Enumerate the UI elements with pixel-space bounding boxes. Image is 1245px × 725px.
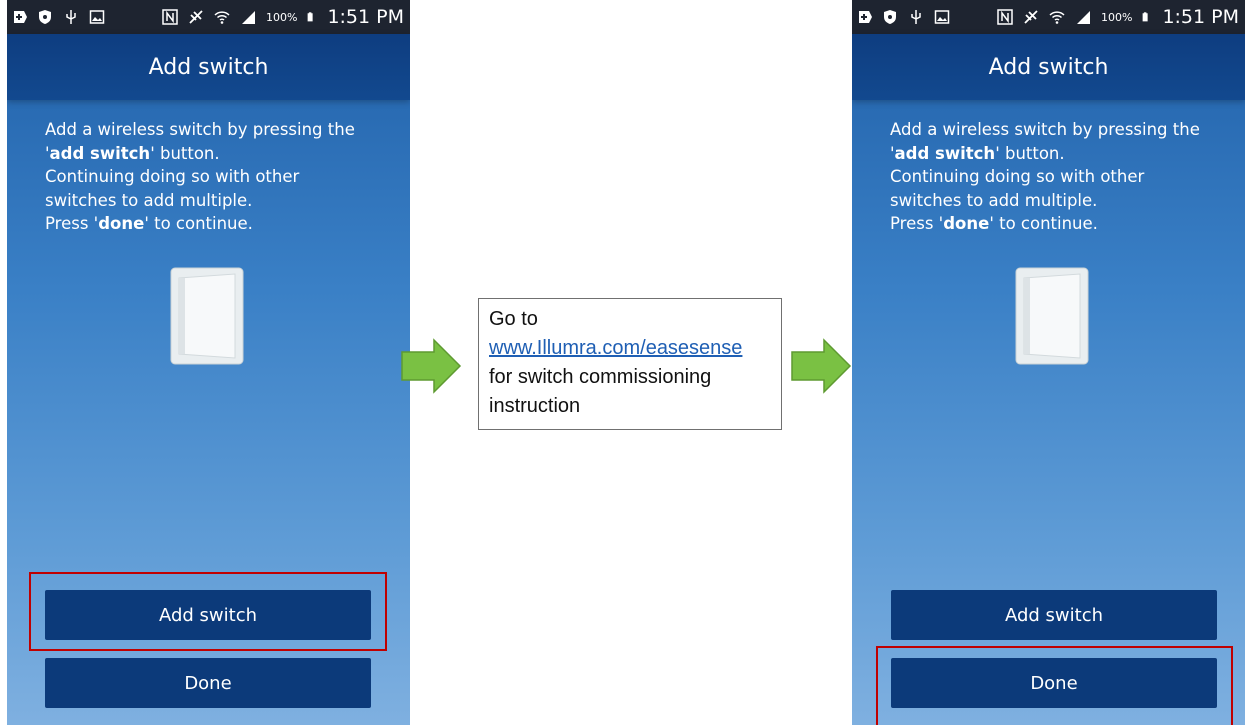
wireless-switch-image: [1015, 267, 1089, 365]
shield-icon: [39, 10, 51, 24]
status-time: 1:51 PM: [1162, 6, 1239, 28]
info-line: Go to: [489, 308, 538, 330]
add-notification-icon: [14, 11, 27, 23]
add-switch-button[interactable]: Add switch: [891, 590, 1217, 640]
usb-icon: [911, 10, 921, 24]
instructions-text: Add a wireless switch by pressing the 'a…: [45, 118, 385, 236]
battery-icon: [308, 12, 314, 22]
highlight-add-switch: [29, 572, 387, 651]
image-icon: [934, 10, 950, 24]
info-line: instruction: [489, 395, 581, 417]
instructions-text: Add a wireless switch by pressing the 'a…: [890, 118, 1230, 236]
highlight-done: [876, 646, 1233, 725]
wireless-switch-image: [170, 267, 244, 365]
wifi-icon: [1049, 11, 1065, 24]
add-notification-icon: [859, 11, 872, 23]
instruction-line: Add a wireless switch by pressing the: [45, 120, 355, 139]
page-title: Add switch: [852, 34, 1245, 100]
battery-icon: [1143, 12, 1149, 22]
instruction-line: switches to add multiple.: [890, 190, 1098, 210]
instruction-line: Press 'done' to continue.: [890, 214, 1098, 233]
signal-icon: [1076, 11, 1090, 24]
instruction-line: Add a wireless switch by pressing the: [890, 120, 1200, 139]
mute-icon: [189, 10, 203, 24]
battery-percent: 100%: [1100, 10, 1133, 24]
done-button[interactable]: Done: [45, 658, 371, 708]
instruction-line: Continuing doing so with other: [45, 167, 300, 186]
info-line: for switch commissioning: [489, 366, 712, 388]
status-bar: 100% 1:51 PM: [7, 0, 410, 34]
arrow-right-icon: [401, 338, 462, 394]
nfc-icon: [162, 9, 178, 25]
right-phone-screen: 100% 1:51 PM Add switch Add a wireless s…: [852, 0, 1245, 725]
instruction-line: 'add switch' button.: [890, 143, 1065, 163]
shield-icon: [884, 10, 896, 24]
wifi-icon: [214, 11, 230, 24]
instruction-line: Press 'done' to continue.: [45, 214, 253, 233]
image-icon: [89, 10, 105, 24]
illumra-link[interactable]: www.Illumra.com/easesense: [489, 334, 771, 363]
battery-percent: 100%: [265, 10, 298, 24]
status-bar: 100% 1:51 PM: [852, 0, 1245, 34]
page-title: Add switch: [7, 34, 410, 100]
info-box: Go to www.Illumra.com/easesense for swit…: [478, 298, 782, 430]
mute-icon: [1024, 10, 1038, 24]
signal-icon: [241, 11, 255, 24]
instruction-line: 'add switch' button.: [45, 143, 220, 163]
arrow-right-icon: [791, 338, 852, 394]
instruction-line: switches to add multiple.: [45, 190, 253, 210]
nfc-icon: [997, 9, 1013, 25]
instruction-line: Continuing doing so with other: [890, 167, 1145, 186]
usb-icon: [66, 10, 76, 24]
status-time: 1:51 PM: [327, 6, 404, 28]
